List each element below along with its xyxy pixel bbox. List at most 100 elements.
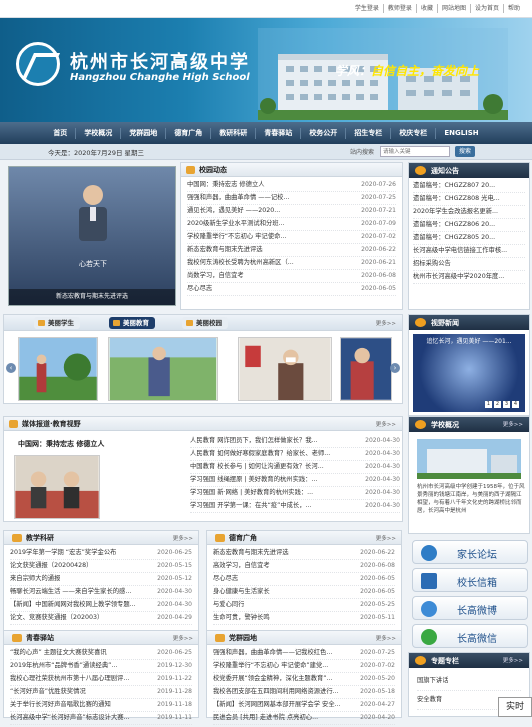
search-input[interactable] (380, 146, 450, 157)
gallery-photo-4[interactable] (340, 337, 392, 401)
list-item[interactable]: 通见长鸿，遇见美好 ——2020... 2020-07-21 (187, 205, 396, 218)
nav-english[interactable]: ENGLISH (436, 128, 486, 139)
school-wechat-button[interactable]: 长高微信 (412, 624, 528, 648)
list-item[interactable]: 民进会员 [共用] 走进书院 点亮初心... 2020-04-20 (213, 712, 395, 725)
tab-beautiful-students[interactable]: 美丽学生 (34, 317, 80, 329)
list-item[interactable]: 遗留稿号：CHGZZ805 20... (413, 232, 525, 245)
list-item[interactable]: 长河高级中学“长河好声音”标志设计大赛... 2019-11-11 (10, 712, 192, 725)
top-link-help[interactable]: 帮助 (502, 4, 524, 13)
nav-admission[interactable]: 招生专栏 (346, 127, 392, 139)
gallery-prev-icon[interactable]: ‹ (6, 363, 16, 373)
list-item[interactable]: 畅聊长河云端生活 ——来自学生家长的感... 2020-04-30 (10, 586, 192, 599)
list-item[interactable]: 强强和声器，曲曲革命情 ——记校... 2020-07-25 (187, 192, 396, 205)
nav-affairs[interactable]: 校务公开 (301, 127, 347, 139)
principal-mailbox-button[interactable]: 校长信箱 (412, 568, 528, 592)
list-item[interactable]: 2020年学生会改选报名更新... (413, 206, 525, 219)
list-item[interactable]: 校党委开展“领会金精神，深化主题教育”... 2020-05-20 (213, 673, 395, 686)
list-item[interactable]: 来自宗师大的通报 2020-05-12 (10, 573, 192, 586)
list-item[interactable]: 学习强国 开学第一课：在共“疫”中成长，... 2020-04-30 (190, 500, 400, 513)
media-photo[interactable] (14, 455, 100, 519)
list-item[interactable]: 生命可贵，警钟长鸣 2020-05-11 (213, 612, 395, 625)
list-item[interactable]: 学习强国 新·网络 | 美好教育的杭州实践：... 2020-04-30 (190, 487, 400, 500)
vision-news-image[interactable]: 追忆长河，遇见美好 ——201... 1 2 3 4 (413, 334, 525, 412)
list-item[interactable]: 招标采购公告 (413, 258, 525, 271)
list-item[interactable]: “我的心声” 主题征文大赛获奖喜讯 2020-06-25 (10, 647, 192, 660)
top-link-teacher-login[interactable]: 教师登录 (382, 4, 416, 13)
youth-more-link[interactable]: 更多>> (173, 634, 193, 642)
vision-page-2[interactable]: 2 (494, 401, 501, 408)
list-item[interactable]: 人民教育 如何做好寒假家庭教育？给家长、老师... 2020-04-30 (190, 448, 400, 461)
list-item[interactable]: 【新闻】长河网团网基本部开展学会学 安全... 2020-04-27 (213, 699, 395, 712)
list-item[interactable]: 遗留稿号：CHGZZ808 光电... (413, 193, 525, 206)
school-weibo-button[interactable]: 长高微博 (412, 596, 528, 620)
list-item[interactable]: 中国教育 校长参与 | 如何让沟通更有效？长河... 2020-04-30 (190, 461, 400, 474)
list-item[interactable]: 尽心尽志 2020-06-05 (187, 283, 396, 296)
list-item[interactable]: 新态宏教育与期末先进评选 2020-06-22 (187, 244, 396, 257)
list-item[interactable]: 中国网：秉持宏志 修德立人 2020-07-26 (187, 179, 396, 192)
gallery-photo-2[interactable] (108, 337, 218, 401)
list-item[interactable]: 身心健康与生活家长 2020-06-05 (213, 586, 395, 599)
weibo-icon (421, 601, 437, 617)
tab-beautiful-campus[interactable]: 美丽校园 (182, 317, 228, 329)
list-item[interactable]: 国旗下讲话 (417, 672, 521, 691)
list-item[interactable]: 新态宏教育与期末先进评选 2020-06-22 (213, 547, 395, 560)
party-more-link[interactable]: 更多>> (376, 634, 396, 642)
research-item-date: 2020-05-15 (157, 562, 192, 569)
list-item[interactable]: 2020级新生学业水平测试和分班... 2020-07-09 (187, 218, 396, 231)
overview-photo[interactable] (417, 439, 521, 479)
school-logo-icon[interactable] (16, 42, 60, 86)
list-item[interactable]: 人民教育 网诈团员下，我们怎样做家长？我... 2020-04-30 (190, 435, 400, 448)
list-item[interactable]: 强强和声器，曲曲革命情——记我校红色... 2020-07-25 (213, 647, 395, 660)
list-item[interactable]: 论文获奖通报（20200428） 2020-05-15 (10, 560, 192, 573)
list-item[interactable]: 2019年杭州市“品牌书香”通读经典”... 2019-12-30 (10, 660, 192, 673)
list-item[interactable]: 尽心尽志 2020-06-05 (213, 573, 395, 586)
nav-moral[interactable]: 德育广角 (166, 127, 212, 139)
research-more-link[interactable]: 更多>> (173, 534, 193, 542)
overview-more-link[interactable]: 更多>> (503, 420, 523, 428)
list-item[interactable]: 遗留稿号：CHGZZ806 20... (413, 219, 525, 232)
nav-overview[interactable]: 学校概况 (76, 127, 122, 139)
media-more-link[interactable]: 更多>> (376, 420, 396, 428)
list-item[interactable]: 与爱心同行 2020-05-25 (213, 599, 395, 612)
list-item[interactable]: 高效学习，自信宜考 2020-06-08 (213, 560, 395, 573)
realtime-badge[interactable]: 实时 (498, 697, 532, 717)
top-link-favorite[interactable]: 收藏 (415, 4, 437, 13)
nav-youth[interactable]: 青春驿站 (256, 127, 302, 139)
list-item[interactable]: 学习强国 线绳摆原 | 美好教育的杭州实践：... 2020-04-30 (190, 474, 400, 487)
media-headline[interactable]: 中国网：秉持宏志 修德立人 (18, 439, 104, 449)
vision-page-4[interactable]: 4 (512, 401, 519, 408)
list-item[interactable]: 我校何东涛校长受聘为杭州高新区（... 2020-06-21 (187, 257, 396, 270)
vision-page-3[interactable]: 3 (503, 401, 510, 408)
list-item[interactable]: 论文、竞赛获奖通报（202003） 2020-04-29 (10, 612, 192, 625)
gallery-more-link[interactable]: 更多>> (376, 319, 396, 327)
top-link-sitemap[interactable]: 网站地图 (436, 4, 470, 13)
top-link-student-login[interactable]: 学生登录 (351, 4, 383, 13)
nav-research[interactable]: 教研科研 (211, 127, 257, 139)
list-item[interactable]: 尚数学习，自信宜考 2020-06-08 (187, 270, 396, 283)
gallery-next-icon[interactable]: › (390, 363, 400, 373)
gallery-photo-1[interactable] (18, 337, 98, 401)
list-item[interactable]: 遗留稿号：CHGZZ807 20... (413, 180, 525, 193)
parent-forum-button[interactable]: 家长论坛 (412, 540, 528, 564)
nav-anniversary[interactable]: 校庆专栏 (391, 127, 437, 139)
list-item[interactable]: 我校各团支部在五四期间利用网络资源进行... 2020-05-18 (213, 686, 395, 699)
list-item[interactable]: 2019学年第一学期 “宏志”奖学金公布 2020-06-25 (10, 547, 192, 560)
tab-beautiful-education[interactable]: 美丽教育 (109, 317, 155, 329)
list-item[interactable]: 关于举行长河好声音唱歌比赛的通知 2019-11-18 (10, 699, 192, 712)
list-item[interactable]: 长河高级中学电信链接工作审核... (413, 245, 525, 258)
nav-home[interactable]: 首页 (45, 127, 77, 139)
featured-video[interactable]: 心若天下 新态宏教育与期末先进评选 (8, 166, 176, 306)
search-button[interactable]: 搜索 (455, 146, 475, 157)
list-item[interactable]: 学校隆重举行“不忘初心 牢记使命... 2020-07-02 (187, 231, 396, 244)
list-item[interactable]: 杭州市长河高级中学2020年度... (413, 271, 525, 284)
vision-page-1[interactable]: 1 (485, 401, 492, 408)
list-item[interactable]: “长河好声音”优胜获奖情况 2019-11-28 (10, 686, 192, 699)
special-more-link[interactable]: 更多>> (503, 656, 523, 664)
gallery-photo-3[interactable] (238, 337, 332, 401)
list-item[interactable]: 我校心理社荣获杭州市第十八届心理剧评... 2019-11-22 (10, 673, 192, 686)
top-link-set-homepage[interactable]: 设为首页 (469, 4, 503, 13)
list-item[interactable]: 学校隆重举行“不忘初心 牢记使命”建党... 2020-07-02 (213, 660, 395, 673)
moral-more-link[interactable]: 更多>> (376, 534, 396, 542)
list-item[interactable]: 【新闻】中国新闻网对我校网上教学领专题... 2020-04-30 (10, 599, 192, 612)
nav-party[interactable]: 党群园地 (121, 127, 167, 139)
